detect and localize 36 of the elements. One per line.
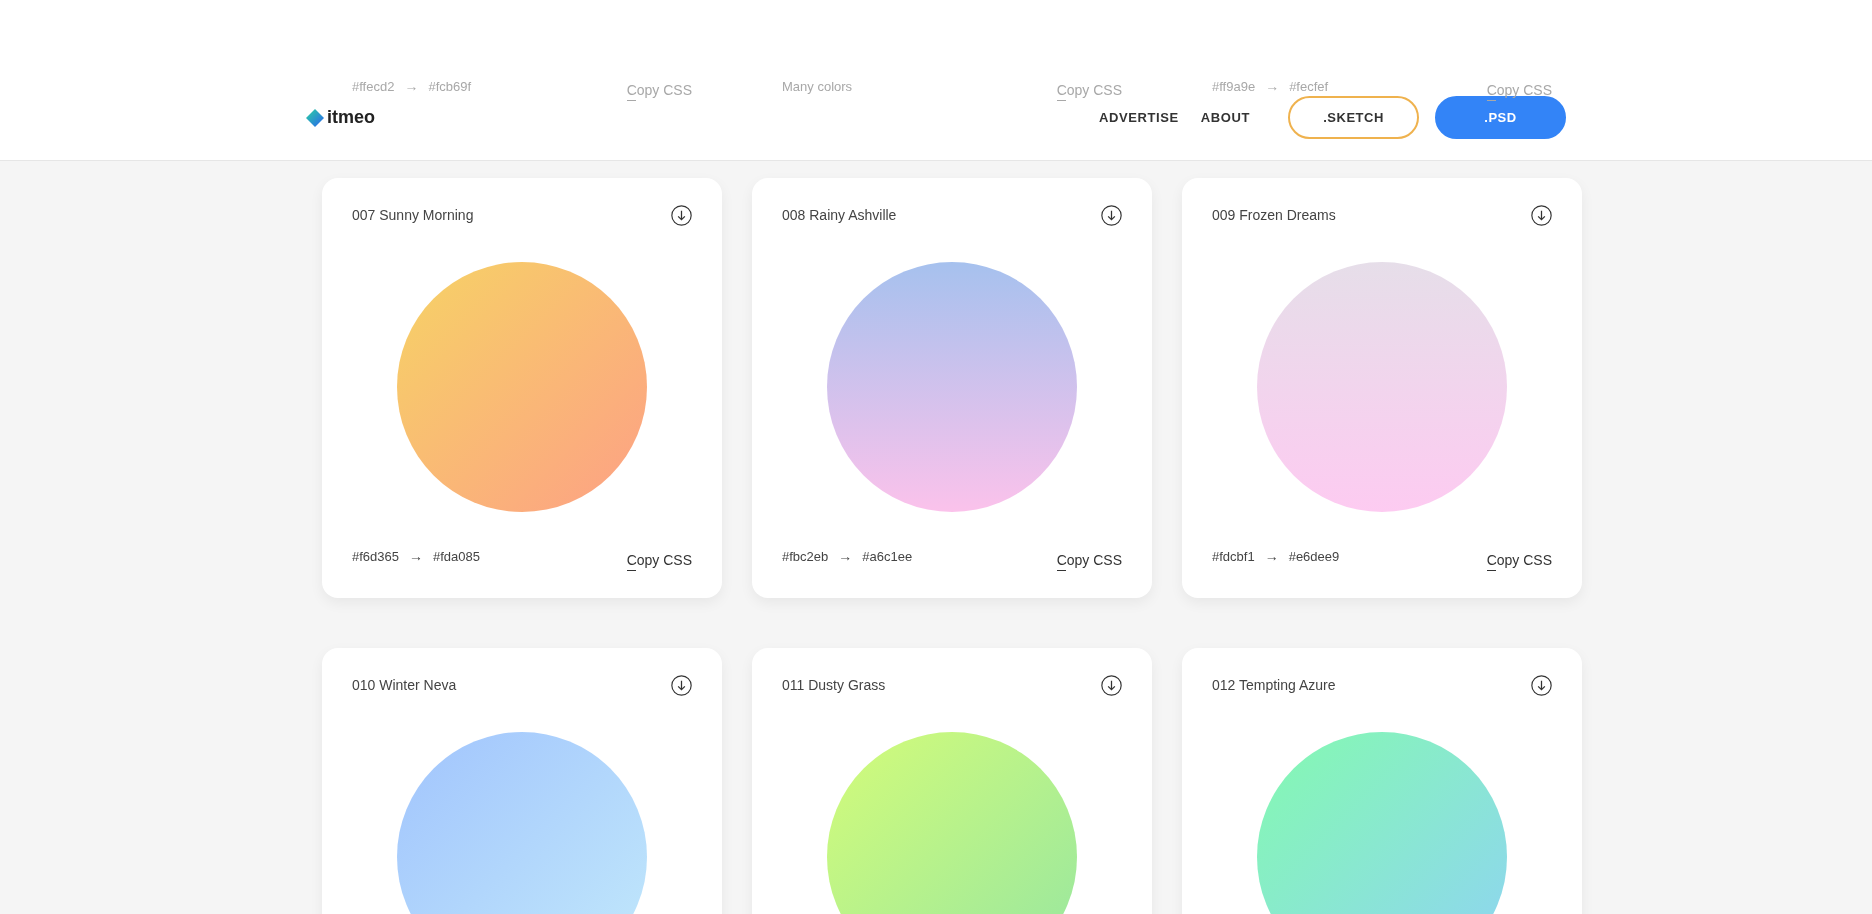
download-icon[interactable] xyxy=(1101,204,1122,226)
arrow-icon: → xyxy=(838,548,853,564)
arrow-icon: → xyxy=(404,78,419,94)
logo-text[interactable]: itmeo xyxy=(327,107,375,128)
color-code: #ff9a9e xyxy=(1212,78,1256,94)
copy-css-link[interactable]: Copy CSS xyxy=(626,552,692,568)
sketch-download-button[interactable]: .SKETCH xyxy=(1288,96,1419,139)
nav-link[interactable]: ADVERTISE xyxy=(1098,110,1179,125)
gradient-note: Many colors xyxy=(782,79,853,94)
copy-css-link[interactable]: Copy CSS xyxy=(1056,552,1122,568)
nav-link[interactable]: ABOUT xyxy=(1200,110,1250,125)
gradient-title: 009 Frozen Dreams xyxy=(1212,207,1336,223)
gradient-title: 011 Dusty Grass xyxy=(782,677,886,693)
color-code: #fdcbf1 xyxy=(1212,548,1255,564)
arrow-icon: → xyxy=(1264,548,1279,564)
color-code: #f6d365 xyxy=(352,548,399,564)
download-icon[interactable] xyxy=(671,674,692,696)
arrow-icon: → xyxy=(1265,78,1280,94)
arrow-icon: → xyxy=(409,548,423,564)
color-code: #fda085 xyxy=(433,548,480,564)
gradient-title: 012 Tempting Azure xyxy=(1212,677,1336,693)
color-code: #a6c1ee xyxy=(862,548,913,564)
download-icon[interactable] xyxy=(1101,674,1122,696)
gradient-title: 007 Sunny Morning xyxy=(352,207,474,223)
color-code: #fcb69f xyxy=(428,78,472,94)
gradient-title: 008 Rainy Ashville xyxy=(782,207,897,223)
download-icon[interactable] xyxy=(1531,674,1552,696)
download-icon[interactable] xyxy=(1531,204,1552,226)
color-code: #ffecd2 xyxy=(352,78,395,94)
color-code: #e6dee9 xyxy=(1288,548,1340,564)
diamond-logo-icon xyxy=(306,108,324,127)
copy-css-link[interactable]: Copy CSS xyxy=(1486,552,1552,568)
gradient-title: 010 Winter Neva xyxy=(352,677,457,693)
color-code: #fbc2eb xyxy=(782,548,829,564)
download-icon[interactable] xyxy=(671,204,692,226)
color-code: #fecfef xyxy=(1289,78,1329,94)
